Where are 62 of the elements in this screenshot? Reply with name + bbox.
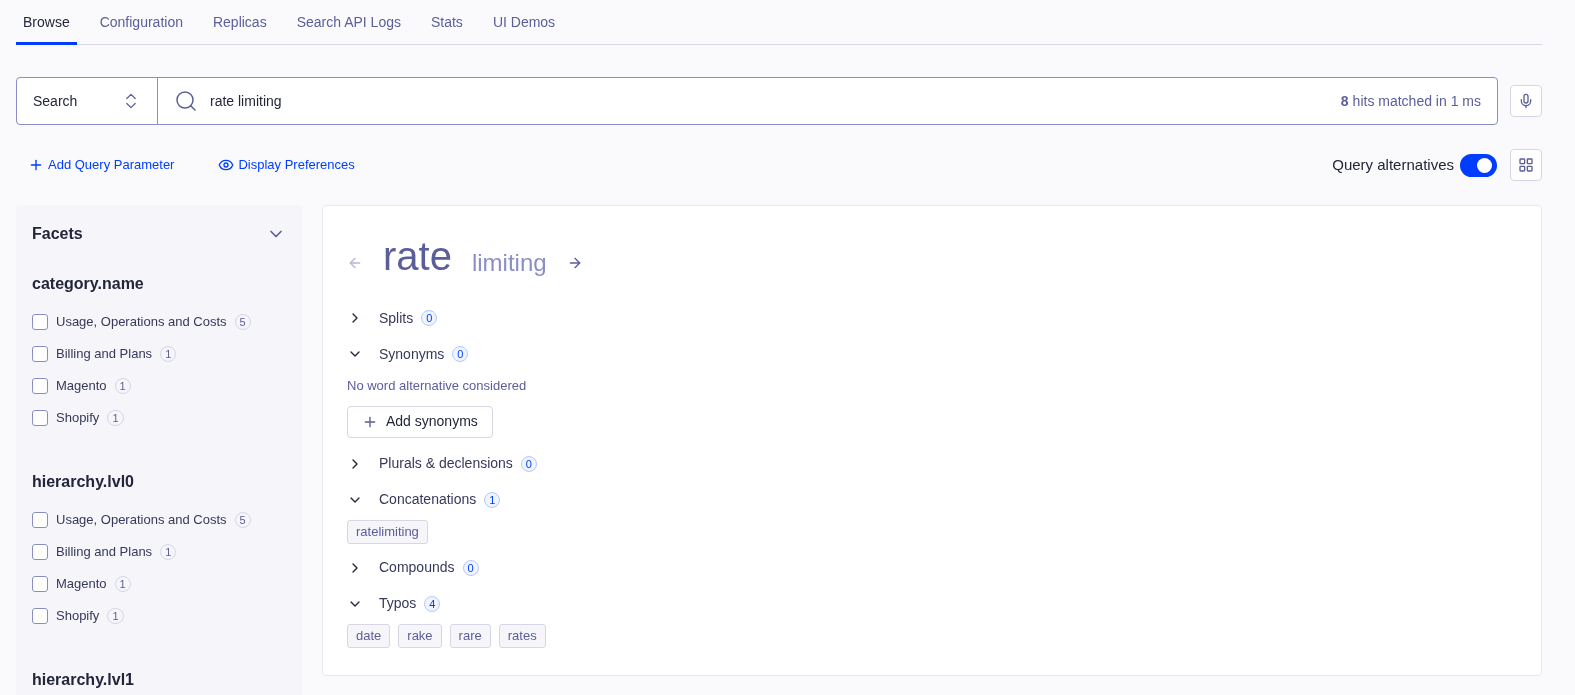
hits-text: hits matched in 1 ms: [1352, 91, 1481, 111]
facet-label: Usage, Operations and Costs: [56, 313, 227, 332]
count-badge: 4: [424, 595, 441, 612]
count-badge: 0: [421, 310, 438, 326]
plus-icon: [28, 157, 44, 173]
checkbox[interactable]: [32, 512, 48, 528]
facet-group-title: hierarchy.lvl1: [32, 670, 135, 690]
search-mode-select[interactable]: Search: [17, 78, 158, 124]
section-toggle[interactable]: Plurals & declensions: [347, 451, 513, 476]
section-toggle[interactable]: Splits: [347, 306, 414, 330]
tab[interactable]: Replicas: [205, 0, 274, 45]
checkbox[interactable]: [32, 544, 48, 560]
tag: rates: [498, 623, 546, 648]
facet-group-title: hierarchy.lvl0: [32, 472, 135, 492]
tab[interactable]: Configuration: [92, 0, 190, 45]
facet-label: Billing and Plans: [56, 345, 153, 364]
count-badge: 0: [462, 559, 479, 576]
facet-group-title: category.name: [32, 274, 145, 294]
facet-label: Usage, Operations and Costs: [56, 511, 227, 530]
search-bar[interactable]: Search rate limiting 8 hits matched in 1 ms: [16, 77, 1498, 125]
checkbox[interactable]: [32, 346, 48, 362]
empty-message: No word alternative considered: [347, 377, 528, 395]
section-toggle[interactable]: Concatenations: [347, 487, 477, 512]
facet-label: Shopify: [56, 607, 100, 626]
checkbox[interactable]: [32, 378, 48, 394]
facets-title: Facets: [32, 224, 83, 244]
tag: rare: [449, 623, 491, 648]
display-preferences-link[interactable]: Display Preferences: [218, 155, 355, 175]
eye-icon: [218, 157, 235, 173]
tab[interactable]: Stats: [423, 0, 470, 45]
hits-count: 8: [1340, 91, 1349, 111]
tag: ratelimiting: [347, 519, 428, 544]
count-badge: 0: [520, 455, 537, 472]
facet-label: Magento: [56, 377, 107, 396]
tab[interactable]: Browse: [16, 0, 77, 45]
count-badge: 1: [484, 491, 501, 508]
section-toggle[interactable]: Synonyms: [347, 342, 445, 366]
microphone-icon: [1518, 93, 1534, 109]
facet-label: Billing and Plans: [56, 543, 153, 562]
tab[interactable]: UI Demos: [485, 0, 563, 45]
query-alternatives-label: Query alternatives: [1332, 154, 1454, 175]
count-badge: 0: [452, 346, 469, 362]
tag: rake: [398, 623, 442, 648]
grid-view-button[interactable]: [1510, 149, 1542, 181]
grid-icon: [1518, 157, 1534, 173]
microphone-button[interactable]: [1510, 85, 1542, 117]
checkbox[interactable]: [32, 576, 48, 592]
toggle-switch[interactable]: [1460, 153, 1497, 177]
facet-label: Shopify: [56, 409, 100, 428]
checkbox[interactable]: [32, 608, 48, 624]
checkbox[interactable]: [32, 314, 48, 330]
tab[interactable]: Search API Logs: [289, 0, 408, 45]
section-toggle[interactable]: Typos: [347, 591, 417, 616]
query-word[interactable]: rate: [383, 232, 452, 280]
facet-label: Magento: [56, 575, 107, 594]
search-icon: [174, 89, 198, 113]
checkbox[interactable]: [32, 410, 48, 426]
add-synonyms-button[interactable]: Add synonyms: [347, 405, 493, 438]
tag: date: [347, 623, 391, 648]
search-input[interactable]: rate limiting: [210, 90, 1329, 112]
add-query-parameter-link[interactable]: Add Query Parameter: [28, 155, 175, 175]
section-toggle[interactable]: Compounds: [347, 555, 455, 580]
